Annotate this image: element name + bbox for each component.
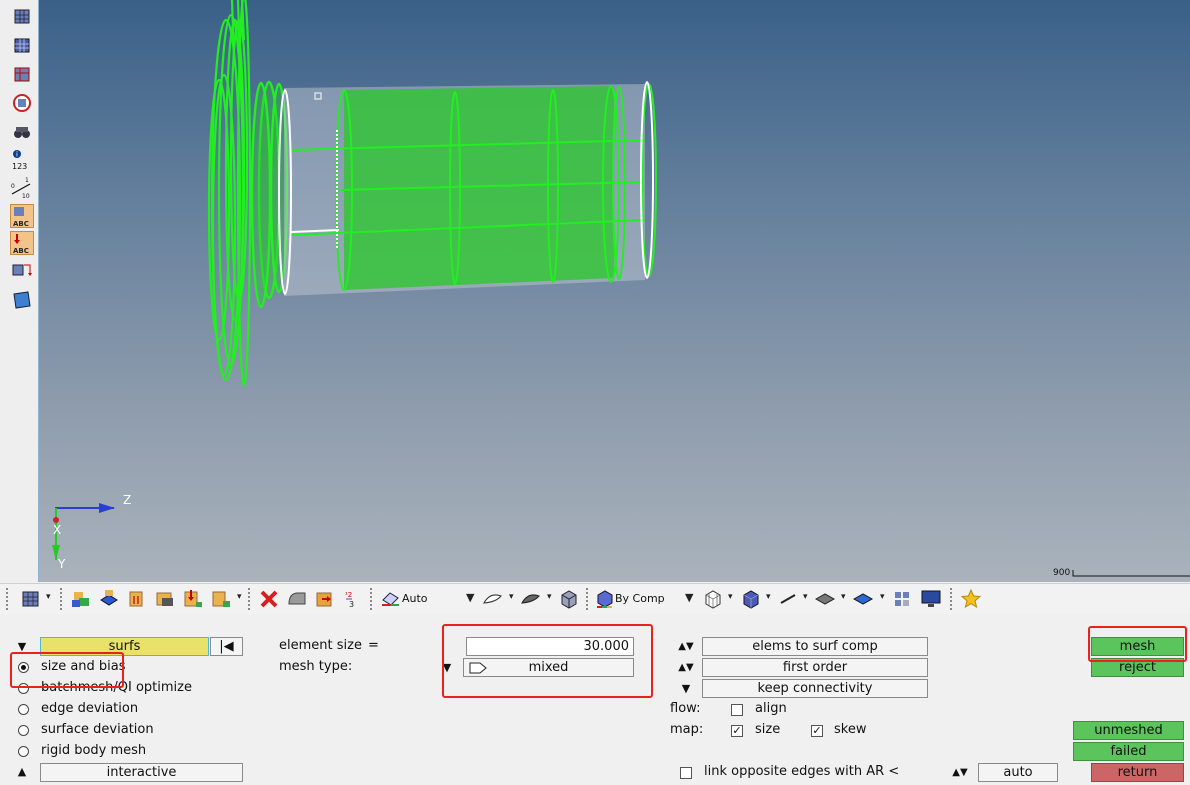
size-label: size (755, 722, 781, 737)
surface-edit-icon[interactable] (10, 288, 34, 312)
auto-button[interactable]: auto (978, 763, 1058, 782)
bottom-toolbar: ▾ ▾ ¹2 3 Auto ▼ ▾ ▾ By Comp ▼ ▾ ▾ ▾ ▾ ▾ (0, 583, 1190, 614)
components-icon[interactable] (70, 588, 92, 610)
unmeshed-button[interactable]: unmeshed (1073, 721, 1184, 740)
svg-text:10: 10 (22, 193, 30, 200)
color-mode-value[interactable]: By Comp (615, 591, 665, 607)
left-toolbar: i 123 0 1 10 ABC ABC (0, 0, 39, 582)
skew-label: skew (834, 722, 867, 737)
multi-view-icon[interactable] (892, 588, 914, 610)
order-toggle[interactable]: ▲▼ (676, 659, 696, 678)
organize-icon[interactable] (314, 588, 336, 610)
solid-cube-icon[interactable] (558, 588, 580, 610)
keep-connectivity-button[interactable]: keep connectivity (702, 679, 928, 698)
axis-z-label: Z (123, 493, 132, 507)
materials-icon[interactable] (210, 588, 232, 610)
numbers-icon[interactable]: ¹2 3 (342, 588, 364, 610)
info-123-icon[interactable]: i 123 (10, 148, 34, 172)
shaded-cube-icon[interactable] (740, 588, 762, 610)
load-collectors-icon[interactable] (126, 588, 148, 610)
mode-rigid-body-mesh-label[interactable]: rigid body mesh (41, 743, 146, 759)
svg-text:1: 1 (25, 177, 29, 184)
svg-text:3: 3 (349, 600, 354, 609)
scale-label: 900 (1053, 568, 1071, 578)
mode-edge-deviation-label[interactable]: edge deviation (41, 701, 138, 717)
mesh-grid-icon[interactable] (20, 588, 42, 610)
elems-to-comp-toggle[interactable]: ▲▼ (676, 638, 696, 657)
shaded-mesh-icon[interactable] (10, 33, 34, 57)
line-display-icon[interactable] (778, 588, 800, 610)
monitor-icon[interactable] (920, 588, 942, 610)
svg-text:¹2: ¹2 (345, 591, 352, 599)
svg-text:ABC: ABC (13, 220, 29, 228)
highlight-mesh-button (1088, 626, 1187, 662)
geometry-icon[interactable] (286, 588, 308, 610)
elems-to-surf-comp-button[interactable]: elems to surf comp (702, 637, 928, 656)
color-by-icon[interactable] (594, 588, 616, 610)
reorient-icon[interactable] (10, 259, 34, 283)
failed-button[interactable]: failed (1073, 742, 1184, 761)
graphics-viewport[interactable]: Z X Y 900 (39, 0, 1190, 582)
mesh-mode-icon[interactable] (380, 588, 402, 610)
mode-surface-deviation-label[interactable]: surface deviation (41, 722, 154, 738)
svg-text:ABC: ABC (13, 247, 29, 255)
mesh-edges-icon[interactable] (10, 62, 34, 86)
first-order-button[interactable]: first order (702, 658, 928, 677)
highlight-size-and-bias (10, 652, 124, 688)
radio-edge-deviation[interactable] (18, 704, 29, 715)
radio-surface-deviation[interactable] (18, 725, 29, 736)
mesh-display-icon[interactable] (10, 4, 34, 28)
reset-selection-button[interactable]: |◀ (210, 637, 243, 656)
load-steps-icon[interactable] (182, 588, 204, 610)
ar-toggle[interactable]: ▲▼ (950, 764, 970, 783)
target-icon[interactable] (10, 91, 34, 115)
interactive-toggle-arrows[interactable]: ▲ (12, 763, 32, 782)
binoculars-icon[interactable] (10, 120, 34, 144)
return-button[interactable]: return (1091, 763, 1184, 782)
ruler-icon[interactable]: 0 1 10 (10, 176, 34, 200)
plane-display-icon[interactable] (814, 588, 836, 610)
label-abc-arrow-icon[interactable]: ABC (10, 231, 34, 255)
model-render (52, 0, 1190, 577)
highlight-element-size (442, 624, 653, 698)
svg-text:i: i (16, 151, 18, 159)
svg-text:123: 123 (12, 162, 27, 171)
element-size-label: element size (279, 638, 362, 653)
map-label: map: (670, 722, 704, 737)
align-label: align (755, 701, 787, 716)
interactive-button[interactable]: interactive (40, 763, 243, 782)
assemblies-icon[interactable] (98, 588, 120, 610)
equals-label: = (368, 638, 379, 653)
delete-icon[interactable] (258, 588, 280, 610)
favorites-star-icon[interactable] (960, 588, 982, 610)
surface-shade-icon[interactable] (852, 588, 874, 610)
align-checkbox[interactable] (731, 704, 743, 716)
mesh-type-label: mesh type: (279, 659, 353, 674)
radio-rigid-body-mesh[interactable] (18, 746, 29, 757)
size-checkbox[interactable]: ✓ (731, 725, 743, 737)
axis-y-label: Y (58, 557, 66, 571)
properties-icon[interactable] (154, 588, 176, 610)
svg-text:0: 0 (11, 183, 15, 190)
flow-label: flow: (670, 701, 701, 716)
shaded-surface-icon[interactable] (520, 588, 542, 610)
label-abc-icon[interactable]: ABC (10, 204, 34, 228)
link-opposite-edges-label: link opposite edges with AR < (704, 764, 900, 779)
skew-checkbox[interactable]: ✓ (811, 725, 823, 737)
connectivity-dropdown[interactable]: ▼ (676, 680, 696, 699)
link-opposite-edges-checkbox[interactable] (680, 767, 692, 779)
axis-x-label: X (53, 523, 62, 537)
surface-edges-icon[interactable] (482, 588, 504, 610)
wireframe-cube-icon[interactable] (702, 588, 724, 610)
mesh-mode-value[interactable]: Auto (402, 591, 428, 607)
